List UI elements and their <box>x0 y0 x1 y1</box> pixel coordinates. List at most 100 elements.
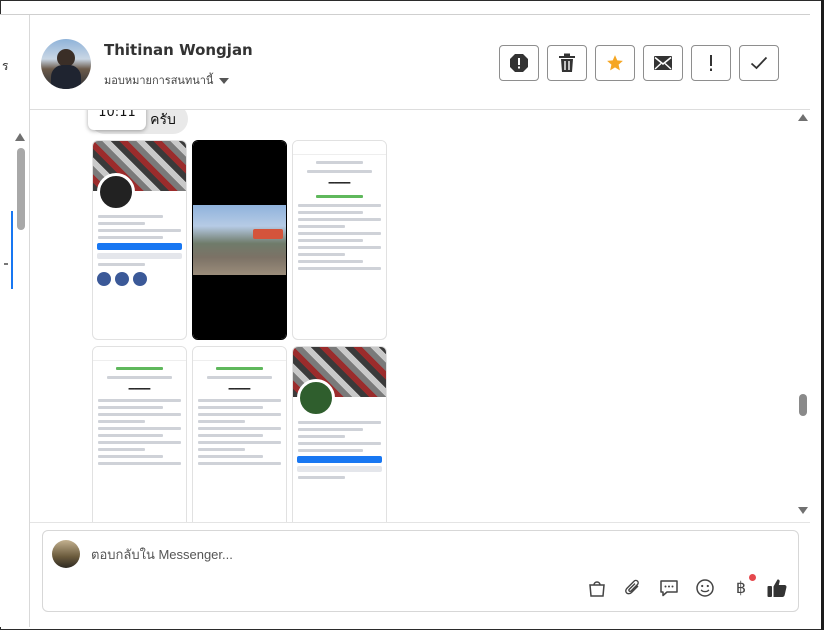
shopping-bag-icon <box>589 581 605 597</box>
contact-avatar[interactable] <box>41 39 91 89</box>
text-line <box>198 427 281 430</box>
text-line <box>298 239 364 242</box>
text-line <box>316 161 363 164</box>
text-line <box>298 260 364 263</box>
avatar-body <box>51 65 81 89</box>
check-icon <box>750 56 768 70</box>
image-attachment[interactable] <box>92 140 187 340</box>
composer-divider <box>30 522 810 523</box>
text-line <box>98 455 164 458</box>
mail-icon <box>654 56 672 70</box>
text-line <box>316 195 363 198</box>
text-line <box>298 253 345 256</box>
star-icon <box>607 55 623 71</box>
timestamp-tooltip: 10:11 <box>88 110 146 130</box>
balance-figure: ━━━━ <box>328 179 351 189</box>
text-line <box>98 441 181 444</box>
text-line <box>298 428 364 431</box>
text-line <box>98 215 164 218</box>
text-line <box>98 434 164 437</box>
assign-label: มอบหมายการสนทนานี้ <box>104 74 214 87</box>
text-line <box>298 442 381 445</box>
notification-dot <box>749 574 756 581</box>
composer-tools: ฿ <box>586 574 788 599</box>
image-attachment[interactable]: ━━━━ <box>92 346 187 522</box>
conversation-list-partial-text: ร <box>2 59 9 73</box>
text-line <box>198 434 264 437</box>
grey-action-bar <box>297 466 382 472</box>
emoji-icon <box>696 579 714 597</box>
text-line <box>98 236 164 239</box>
assign-conversation-dropdown[interactable]: มอบหมายการสนทนานี้ <box>104 71 230 89</box>
contact-name[interactable]: Thitinan Wongjan <box>104 41 253 59</box>
video-attachment[interactable] <box>192 140 287 340</box>
exclamation-icon <box>710 55 712 71</box>
text-line <box>298 211 364 214</box>
text-line <box>198 448 245 451</box>
image-attachment[interactable] <box>292 346 387 522</box>
reply-input[interactable] <box>91 543 691 565</box>
spam-button[interactable] <box>691 45 731 81</box>
text-line <box>98 406 164 409</box>
text-line <box>198 441 281 444</box>
page-thumb <box>115 272 129 286</box>
text-line <box>198 406 264 409</box>
message-thread[interactable]: ทำอยู่ ครับ 10:11 ━━━━ <box>30 110 796 522</box>
balance-figure: ━━━━ <box>128 385 151 395</box>
text-line <box>98 420 145 423</box>
text-line <box>98 229 181 232</box>
list-scrollbar-thumb[interactable] <box>17 148 25 230</box>
thread-scrollbar-thumb[interactable] <box>799 394 807 416</box>
emoji-button[interactable] <box>694 577 716 599</box>
text-line <box>298 218 381 221</box>
text-line <box>198 462 281 465</box>
header-actions <box>499 45 779 81</box>
text-line <box>298 232 381 235</box>
mark-unread-button[interactable] <box>643 45 683 81</box>
text-line <box>106 376 173 379</box>
blue-action-bar <box>297 456 382 463</box>
page-thumb <box>97 272 111 286</box>
list-scroll-up-icon[interactable] <box>15 133 25 141</box>
attach-button[interactable] <box>622 577 644 599</box>
text-line <box>198 420 245 423</box>
reply-composer[interactable]: ฿ <box>42 530 799 612</box>
conversation-list-panel[interactable]: ร <box>0 15 30 627</box>
delete-button[interactable] <box>547 45 587 81</box>
like-button[interactable] <box>766 577 788 599</box>
conversation-header: Thitinan Wongjan มอบหมายการสนทนานี้ <box>30 15 810 110</box>
saved-reply-button[interactable] <box>658 577 680 599</box>
list-marker <box>4 263 8 265</box>
text-line <box>206 376 273 379</box>
star-button[interactable] <box>595 45 635 81</box>
grey-action-bar <box>97 253 182 259</box>
shop-button[interactable] <box>586 577 608 599</box>
video-scene-detail <box>253 229 283 239</box>
text-line <box>298 449 364 452</box>
mark-done-button[interactable] <box>739 45 779 81</box>
image-attachment[interactable]: ━━━━ <box>192 346 287 522</box>
text-line <box>298 435 345 438</box>
balance-figure: ━━━━ <box>228 385 251 395</box>
saved-reply-icon <box>660 580 678 597</box>
text-line <box>198 399 281 402</box>
text-line <box>98 448 145 451</box>
image-attachment[interactable]: ━━━━ <box>292 140 387 340</box>
text-line <box>98 222 145 225</box>
report-button[interactable] <box>499 45 539 81</box>
page-thumb <box>133 272 147 286</box>
suggested-pages-row <box>93 270 186 288</box>
phone-status-bar <box>293 141 386 155</box>
selected-conversation-indicator <box>11 211 13 289</box>
page-avatar <box>52 540 80 568</box>
thread-scroll-down-icon[interactable] <box>798 507 808 514</box>
payment-button[interactable]: ฿ <box>730 574 756 599</box>
paperclip-icon <box>625 579 639 595</box>
text-line <box>98 462 181 465</box>
text-line <box>198 413 281 416</box>
text-line <box>298 204 381 207</box>
text-line <box>98 263 145 266</box>
text-line <box>198 455 264 458</box>
thread-scroll-up-icon[interactable] <box>798 114 808 121</box>
report-icon <box>510 54 528 72</box>
